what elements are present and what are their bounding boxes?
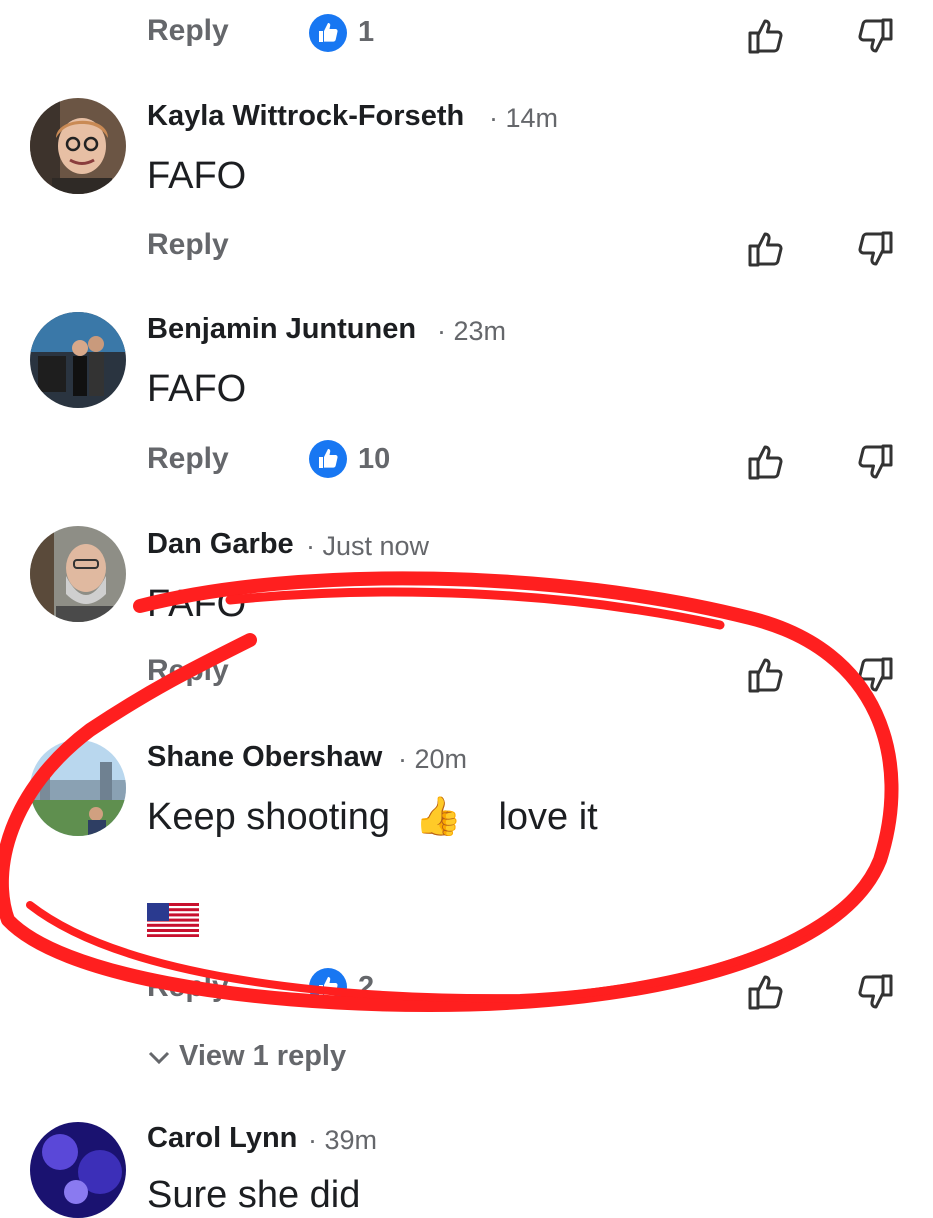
annotation-circle <box>0 571 899 1012</box>
avatar[interactable] <box>30 312 126 408</box>
thumbs-down-icon[interactable] <box>855 229 895 269</box>
us-flag-emoji: 🇺🇸 <box>147 903 199 937</box>
comment-time: · 39m <box>308 1125 378 1155</box>
thumbs-up-icon[interactable] <box>746 442 786 482</box>
comment-text-part: Keep shooting <box>147 796 390 838</box>
comment-text: FAFO <box>147 583 247 625</box>
like-badge-icon <box>309 440 347 478</box>
chevron-down-icon <box>148 1052 170 1065</box>
comment-time: · Just now <box>306 531 430 561</box>
thumbs-down-icon[interactable] <box>855 442 895 482</box>
thumbs-down-icon[interactable] <box>855 972 895 1012</box>
thumbs-up-icon[interactable] <box>746 655 786 695</box>
thumbs-up-emoji: 👍 <box>414 794 462 838</box>
reaction-count: 1 <box>358 16 375 48</box>
reply-button[interactable]: Reply <box>147 970 229 1004</box>
thumbs-up-icon[interactable] <box>746 16 786 56</box>
thumbs-up-icon[interactable] <box>746 972 786 1012</box>
thumbs-down-icon[interactable] <box>855 16 895 56</box>
view-replies-link[interactable]: View 1 reply <box>147 1040 346 1073</box>
thumbs-down-icon[interactable] <box>855 655 895 695</box>
avatar[interactable] <box>30 740 126 836</box>
comment-author[interactable]: Kayla Wittrock-Forseth <box>147 100 464 133</box>
reply-button[interactable]: Reply <box>147 654 229 688</box>
avatar[interactable] <box>30 1122 126 1218</box>
reply-button[interactable]: Reply <box>147 442 229 476</box>
comment-text: FAFO <box>147 155 247 197</box>
comment-time: · 20m <box>398 744 468 774</box>
comment-time: · 23m <box>437 316 507 346</box>
avatar[interactable] <box>30 526 126 622</box>
comment-author[interactable]: Shane Obershaw <box>147 741 382 774</box>
reaction-count: 2 <box>358 971 375 1003</box>
reply-button[interactable]: Reply <box>147 228 229 262</box>
comment-time: · 14m <box>489 103 559 133</box>
comment-text: Sure she did <box>147 1174 361 1216</box>
reaction-count: 10 <box>358 443 391 475</box>
comment-author[interactable]: Dan Garbe <box>147 528 294 561</box>
comment-text: FAFO <box>147 368 247 410</box>
comment-author[interactable]: Benjamin Juntunen <box>147 313 416 346</box>
view-replies-label: View 1 reply <box>179 1040 347 1072</box>
thumbs-up-icon[interactable] <box>746 229 786 269</box>
like-badge-icon <box>309 968 347 1006</box>
reply-button[interactable]: Reply <box>147 14 229 48</box>
like-badge-icon <box>309 14 347 52</box>
comment-author[interactable]: Carol Lynn <box>147 1122 297 1155</box>
avatar[interactable] <box>30 98 126 194</box>
comment-text-part: love it <box>498 796 598 838</box>
comment-text: Keep shooting 👍 love it <box>147 794 598 839</box>
